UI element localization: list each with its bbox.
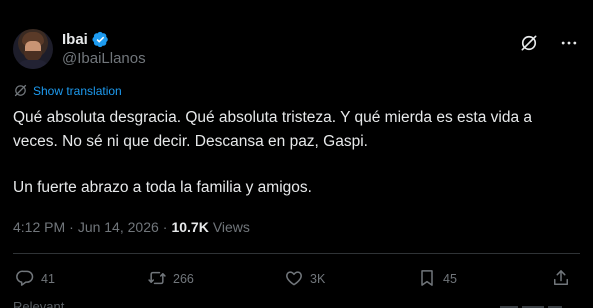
repost-icon [147,268,167,291]
meta-separator-2: · [162,219,168,235]
tweet-paragraph-2: Un fuerte abrazo a toda la familia y ami… [13,179,312,196]
bookmark-button[interactable]: 45 [417,268,457,291]
header-actions [519,33,579,53]
author-name[interactable]: Ibai [62,31,88,48]
reply-icon [15,268,35,291]
avatar[interactable] [13,29,53,69]
views-label: Views [212,219,250,235]
show-translation-label[interactable]: Show translation [33,84,122,98]
tweet-paragraph-1: Qué absoluta desgracia. Qué absoluta tri… [13,109,532,150]
tweet-date[interactable]: Jun 14, 2026 [78,219,159,235]
bookmark-count: 45 [443,272,457,286]
like-icon [284,268,304,291]
repost-count: 266 [173,272,194,286]
tweet-time[interactable]: 4:12 PM [13,219,65,235]
bookmark-icon [417,268,437,291]
show-translation-link[interactable]: Show translation [13,83,122,98]
author-handle[interactable]: @IbaiLlanos [62,50,146,67]
meta-separator: · [69,219,74,235]
tweet-header: Ibai @IbaiLlanos [13,27,579,71]
more-icon[interactable] [559,33,579,53]
grok-icon[interactable] [519,33,539,53]
views-count[interactable]: 10.7K [171,219,208,235]
like-count: 3K [310,272,326,286]
repost-button[interactable]: 266 [147,268,194,291]
verified-badge-icon[interactable] [92,31,109,48]
author-name-row: Ibai [62,31,146,48]
reply-button[interactable]: 41 [15,268,55,291]
reply-count: 41 [41,272,55,286]
author-info: Ibai @IbaiLlanos [62,31,146,67]
tweet-text: Qué absoluta desgracia. Qué absoluta tri… [13,106,579,200]
share-icon [551,268,571,291]
tweet-meta: 4:12 PM · Jun 14, 2026 · 10.7K Views [13,219,250,235]
replies-sort-label[interactable]: Relevant [13,299,64,308]
footer-partial-element [500,298,580,308]
divider [13,253,580,254]
like-button[interactable]: 3K [284,268,325,291]
tweet-card: Ibai @IbaiLlanos Show translation Qué ab… [0,0,593,308]
share-button[interactable] [551,268,571,291]
translate-icon [13,83,28,98]
action-bar: 41 266 3K 45 [13,266,580,292]
